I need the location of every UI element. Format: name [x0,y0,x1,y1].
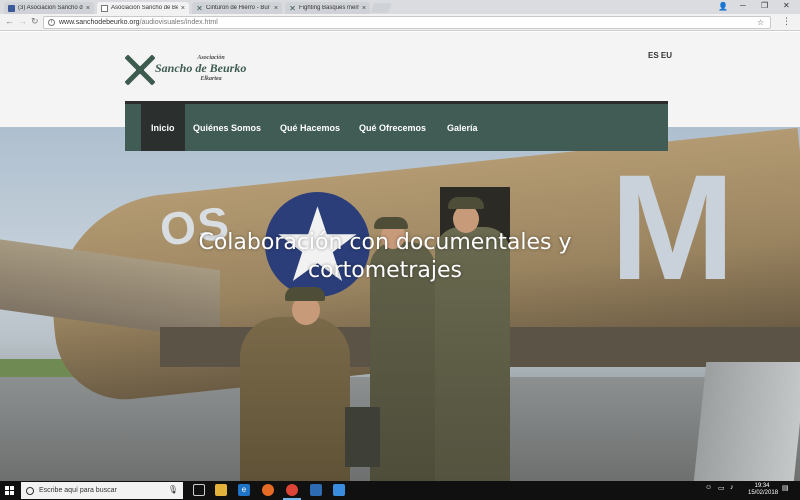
tab-fighting-basques[interactable]: ✕ Fighting Basques memo × [285,2,370,14]
user-profile-icon[interactable]: 👤 [718,2,728,11]
bookmark-star-icon[interactable]: ☆ [757,18,764,27]
clock-date: 15/02/2018 [748,490,779,496]
hero-platform [693,362,800,481]
figure-cap-1 [285,287,325,301]
figure-cap-3 [448,197,484,209]
browser-menu-icon[interactable]: ⋮ [782,16,791,27]
microphone-icon[interactable]: 🎙 [168,485,178,494]
nav-item-inicio[interactable]: Inicio [141,104,185,151]
reload-icon[interactable]: ↻ [31,16,39,27]
aircraft-marking-m: M [610,143,735,311]
new-tab-button[interactable] [370,3,392,13]
tab-title: Cinturon de Hierro - Bur [206,5,270,11]
tab-title: Asociación Sancho de Be [111,5,178,11]
file-explorer-icon[interactable] [215,484,227,496]
hero-caption: Colaboración con documentales y cortomet… [198,230,572,283]
logo-cross-icon[interactable] [125,55,155,85]
web-page: Asociación Sancho de Beurko Elkartea ES … [0,32,800,481]
hero-image: OS M Colaboración con documentales y cor… [0,127,800,481]
windows-start-icon[interactable] [5,486,15,496]
notifications-icon[interactable]: ▤ [782,484,789,492]
windows-taskbar: Escribe aquí para buscar 🎙 e ☺ ▭ ♪ 19:34… [0,481,800,500]
back-icon[interactable]: ← [5,16,14,26]
tab-facebook[interactable]: (3) Asociación Sancho de × [4,2,94,14]
logo-line-2: Sancho de Beurko [155,61,247,75]
mail-app-icon[interactable] [333,484,345,496]
close-icon[interactable]: × [274,5,278,12]
clock-time: 19:34 [754,483,770,489]
facebook-icon [8,4,15,12]
info-icon[interactable]: i [48,19,55,26]
edge-icon[interactable]: e [238,484,250,496]
url-path: /audiovisuales/index.html [139,19,218,26]
people-icon[interactable]: ☺ [705,484,712,491]
address-bar[interactable]: i www.sanchodebeurko.org/audiovisuales/i… [43,16,771,29]
volume-icon[interactable]: ♪ [730,484,734,491]
network-icon[interactable]: ▭ [718,484,725,492]
logo-line-3: Elkartea [200,76,222,82]
browser-tab-strip: (3) Asociación Sancho de × Asociación Sa… [0,0,800,14]
main-navigation: Inicio Quiénes Somos Qué Hacemos Qué Ofr… [125,101,668,151]
task-view-icon[interactable] [193,484,205,496]
browser-toolbar: ← → ↻ i www.sanchodebeurko.org/audiovisu… [0,14,800,31]
nav-item-que-hacemos[interactable]: Qué Hacemos [280,104,340,151]
site-logo[interactable]: Asociación Sancho de Beurko Elkartea [155,55,255,82]
screen: (3) Asociación Sancho de × Asociación Sa… [0,0,800,500]
cortana-icon [26,486,34,495]
chrome-icon[interactable] [286,484,298,496]
taskbar-search-placeholder: Escribe aquí para buscar [39,487,117,494]
cross-logo-icon: ✕ [196,3,203,13]
url-domain: www.sanchodebeurko.org [59,19,140,26]
nav-item-que-ofrecemos[interactable]: Qué Ofrecemos [359,104,426,151]
nav-item-quienes-somos[interactable]: Quiénes Somos [193,104,261,151]
figure-soldier-1 [240,317,350,481]
forward-icon[interactable]: → [18,16,27,26]
document-icon [101,4,108,12]
window-close-icon[interactable]: ✕ [783,1,790,10]
tab-sancho-de-beurko[interactable]: Asociación Sancho de Be × [97,2,189,14]
nav-item-galeria[interactable]: Galería [447,104,478,151]
close-icon[interactable]: × [86,5,90,12]
tab-title: Fighting Basques memo [299,5,359,11]
ammo-box [345,407,380,467]
tab-cinturon-de-hierro[interactable]: ✕ Cinturon de Hierro - Bur × [192,2,282,14]
tab-title: (3) Asociación Sancho de [18,5,83,11]
restore-icon[interactable]: ❐ [761,1,768,10]
figure-cap-2 [374,217,408,229]
taskbar-clock[interactable]: 19:34 15/02/2018 [748,483,779,497]
close-icon[interactable]: × [181,5,185,12]
photos-app-icon[interactable] [310,484,322,496]
taskbar-search-box[interactable]: Escribe aquí para buscar 🎙 [21,482,183,499]
minimize-icon[interactable]: ─ [740,1,746,10]
language-switcher[interactable]: ES EU [648,51,672,60]
cross-logo-icon: ✕ [289,3,296,13]
firefox-icon[interactable] [262,484,274,496]
close-icon[interactable]: × [362,5,366,12]
